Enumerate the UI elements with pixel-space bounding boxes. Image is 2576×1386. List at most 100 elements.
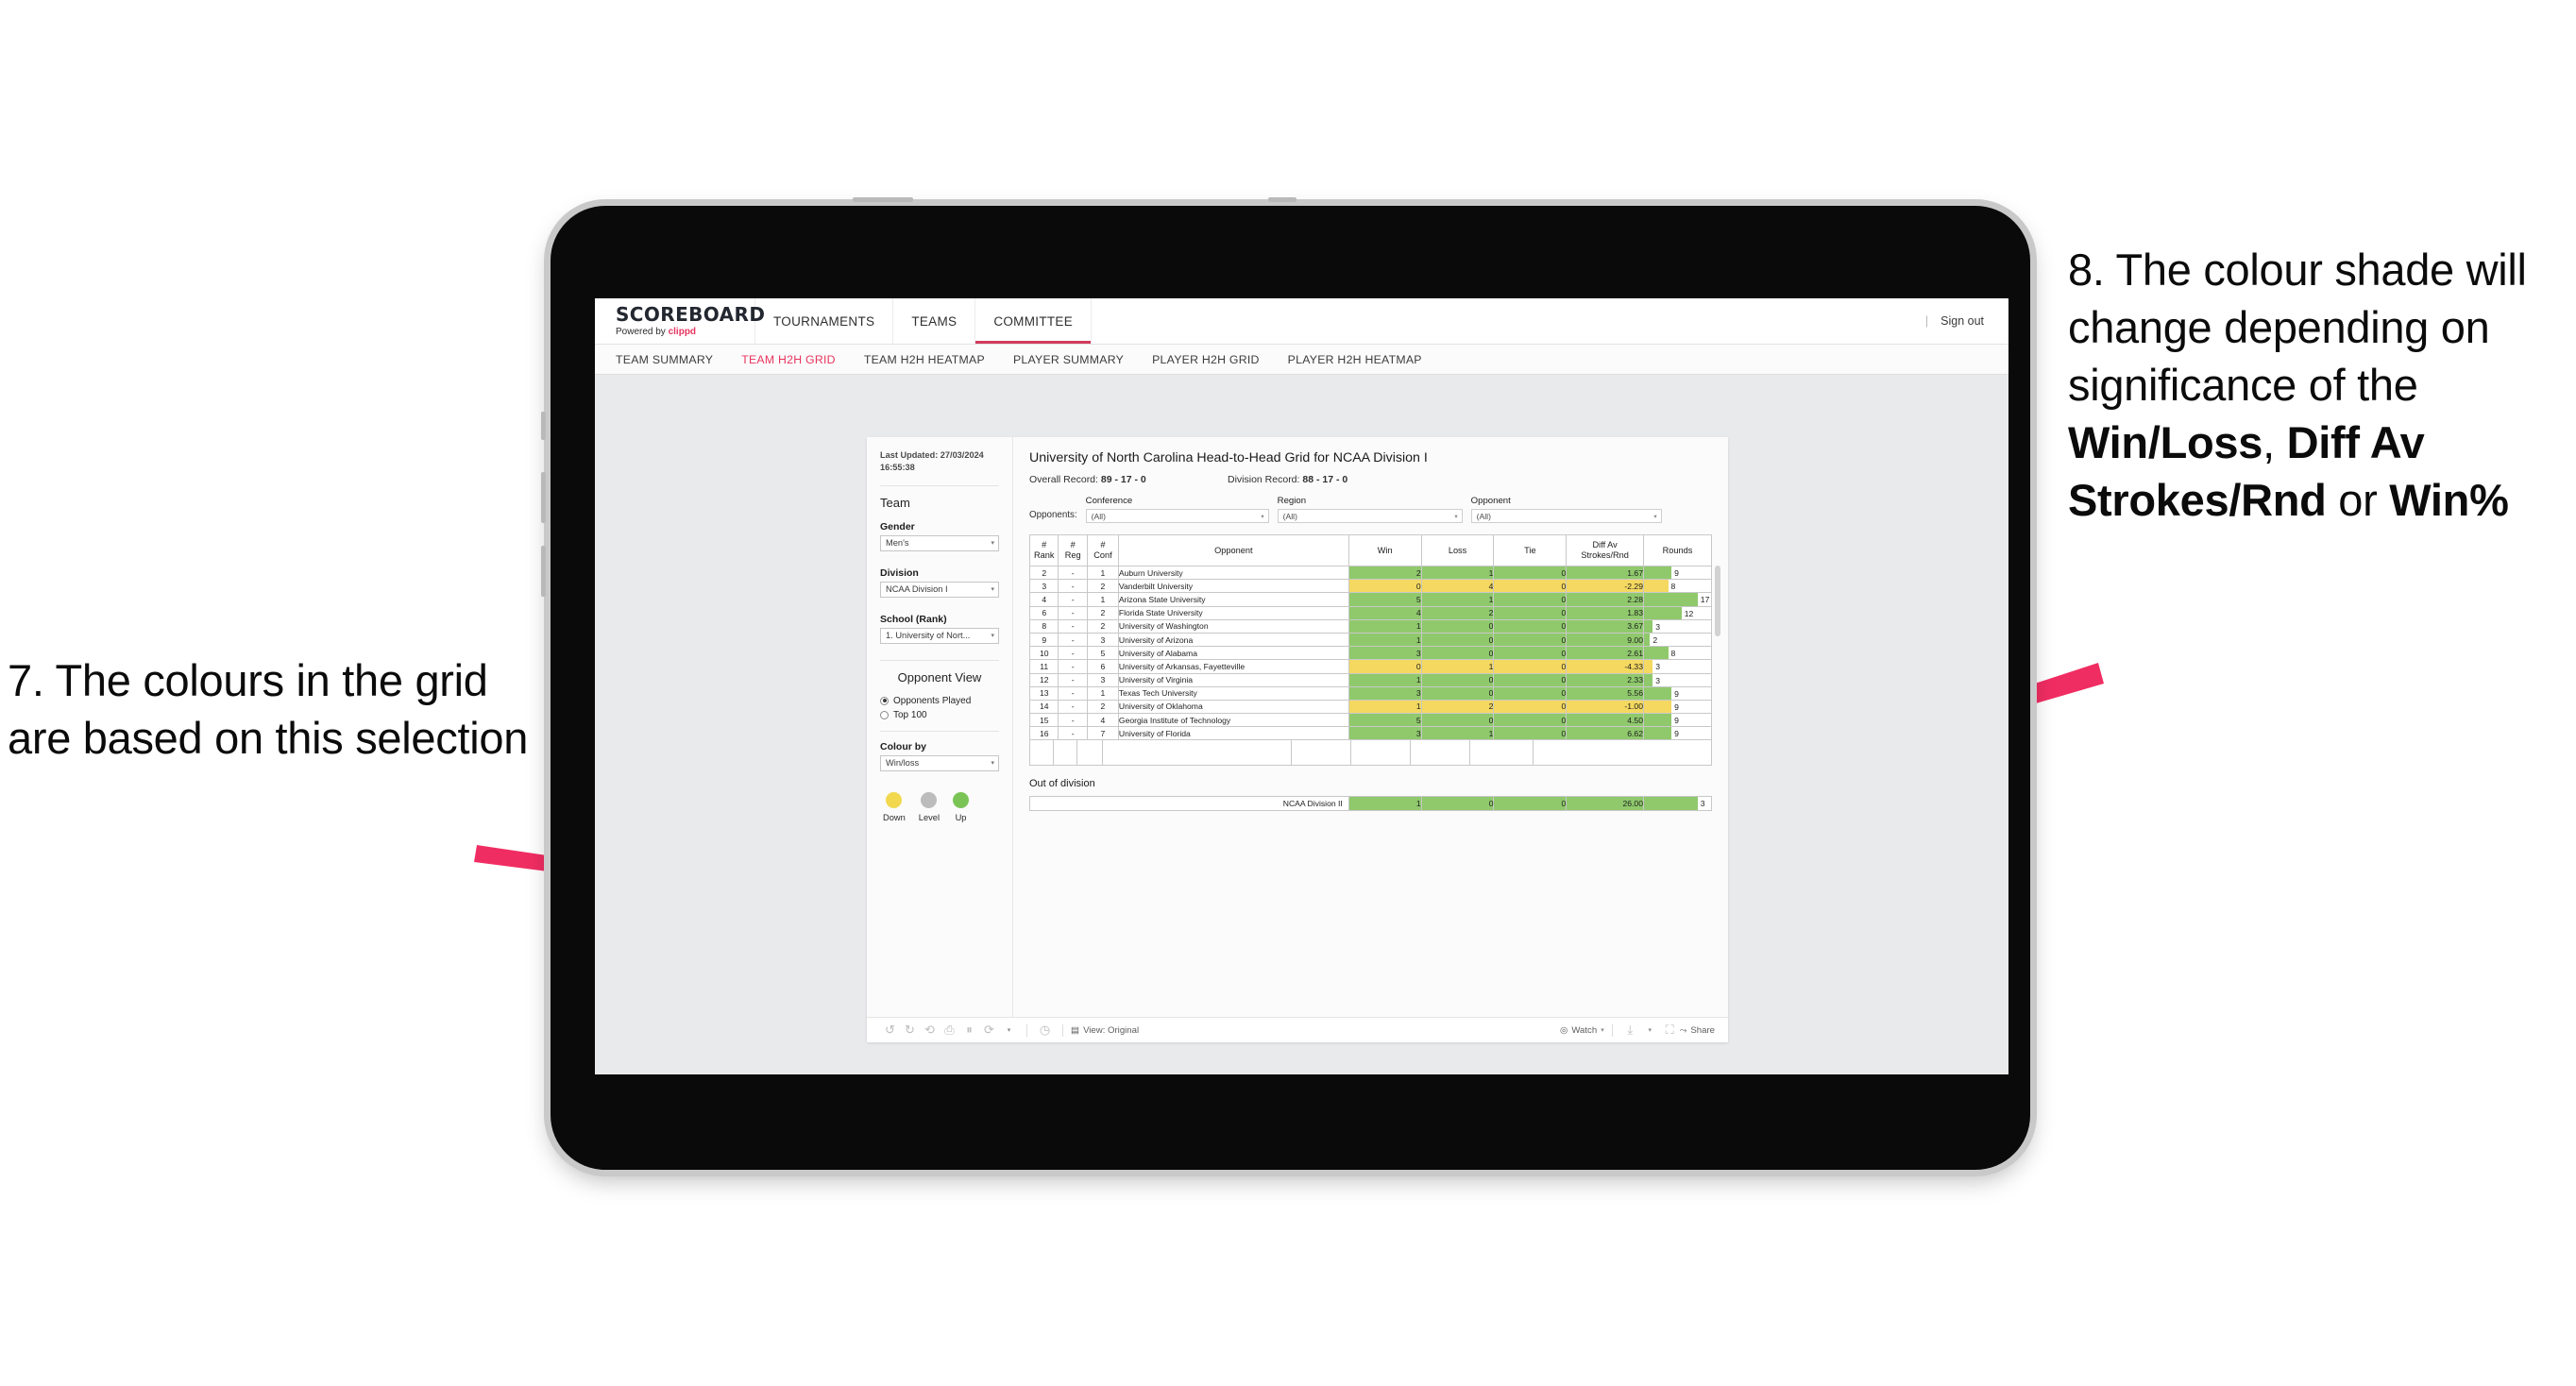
cell-rank: 9: [1028, 632, 1059, 648]
brand-title: SCOREBOARD: [616, 303, 766, 326]
filter-panel: Last Updated: 27/03/2024 16:55:38 Team G…: [867, 437, 1013, 1017]
chevron-down-icon: ▾: [991, 760, 994, 768]
watch-button[interactable]: ◎ Watch ▾: [1560, 1025, 1604, 1036]
gender-select[interactable]: Men's ▾: [880, 534, 999, 551]
cell-rank: 3: [1028, 579, 1059, 594]
school-rank-select[interactable]: 1. University of Nort... ▾: [880, 627, 999, 644]
gender-label: Gender: [880, 520, 915, 532]
subnav-team-h2h-grid[interactable]: TEAM H2H GRID: [741, 353, 836, 366]
download-icon[interactable]: ⤓: [1620, 1021, 1640, 1040]
cell-reg: -: [1058, 699, 1088, 715]
tail-cell: [1103, 740, 1292, 766]
cell-win: 5: [1347, 713, 1422, 728]
table-row[interactable]: 12-3 University of Virginia 1 0 0 2.33 3: [1028, 672, 1713, 687]
grid-col-header[interactable]: Tie: [1493, 534, 1568, 566]
table-row[interactable]: 14-2 University of Oklahoma 1 2 0 -1.00 9: [1028, 699, 1713, 715]
divider: [1611, 1023, 1613, 1037]
table-row[interactable]: 2-1 Auburn University 2 1 0 1.67 9: [1028, 565, 1713, 581]
conference-select[interactable]: (All) ▾: [1085, 509, 1269, 523]
loop-icon[interactable]: ⟳: [979, 1021, 999, 1040]
cell-opponent: University of Florida: [1117, 726, 1349, 741]
cell-rounds: 9: [1642, 713, 1713, 728]
share-label: Share: [1690, 1024, 1715, 1036]
top-nav-committee[interactable]: COMMITTEE: [975, 298, 1093, 344]
subnav-player-h2h-grid[interactable]: PLAYER H2H GRID: [1152, 353, 1260, 366]
table-row[interactable]: 15-4 Georgia Institute of Technology 5 0 0 4.…: [1028, 713, 1713, 728]
brand-subtitle: Powered by clippd: [616, 327, 754, 337]
overall-record-label: Overall Record:: [1029, 474, 1098, 485]
legend-dot-level: [921, 791, 938, 808]
grid-scrollbar[interactable]: [1715, 566, 1720, 636]
grid-col-header[interactable]: Win: [1347, 534, 1422, 566]
cell-tie: 0: [1493, 646, 1568, 661]
cell-rank: 12: [1028, 672, 1059, 687]
division-select[interactable]: NCAA Division I ▾: [880, 581, 999, 598]
radio-top-100[interactable]: Top 100: [880, 710, 999, 720]
legend-label-up: Up: [955, 812, 967, 822]
colour-by-select[interactable]: Win/loss ▾: [880, 754, 999, 771]
cell-reg: -: [1058, 579, 1088, 594]
grid-col-header[interactable]: Diff Av Strokes/Rnd: [1566, 534, 1644, 566]
top-nav-tournaments[interactable]: TOURNAMENTS: [755, 298, 894, 344]
chevron-down-icon: ▾: [1261, 513, 1264, 520]
grid-col-header[interactable]: Opponent: [1117, 534, 1349, 566]
grid-col-header[interactable]: # Conf: [1086, 534, 1119, 566]
opponent-select[interactable]: (All) ▾: [1470, 509, 1662, 523]
cell-win: 3: [1347, 726, 1422, 741]
redo-icon[interactable]: ↻: [900, 1021, 920, 1040]
cell-rounds: 17: [1642, 592, 1713, 607]
cell-rounds: 9: [1642, 565, 1713, 581]
subnav-player-h2h-heatmap[interactable]: PLAYER H2H HEATMAP: [1288, 353, 1422, 366]
top-nav-teams[interactable]: TEAMS: [893, 298, 976, 344]
fullscreen-icon[interactable]: ⛶: [1660, 1021, 1680, 1040]
revert-icon[interactable]: ⟲: [920, 1021, 940, 1040]
cell-conf: 1: [1086, 565, 1119, 581]
table-row[interactable]: 9-3 University of Arizona 1 0 0 9.00 2: [1028, 632, 1713, 648]
table-row[interactable]: 6-2 Florida State University 4 2 0 1.83 12: [1028, 605, 1713, 620]
table-row[interactable]: 16-7 University of Florida 3 1 0 6.62 9: [1028, 726, 1713, 741]
cell-tie: 0: [1493, 659, 1568, 674]
clock-icon[interactable]: ◷: [1035, 1021, 1055, 1040]
cell-reg: -: [1058, 726, 1088, 741]
cell-reg: -: [1058, 646, 1088, 661]
cell-reg: -: [1058, 618, 1088, 634]
watch-label: Watch: [1571, 1024, 1598, 1036]
radio-opponents-played[interactable]: Opponents Played: [880, 696, 999, 706]
brand-logo[interactable]: SCOREBOARD Powered by clippd: [595, 298, 766, 344]
school-rank-value: 1. University of Nort...: [886, 631, 971, 641]
out-of-division-body: NCAA Division II 1 0 0 26.00 3: [1029, 796, 1712, 812]
out-of-division-table: NCAA Division II 1 0 0 26.00 3: [1029, 796, 1712, 812]
cell-diff: 3.67: [1566, 618, 1644, 634]
region-select[interactable]: (All) ▾: [1277, 509, 1463, 523]
share-button[interactable]: ⤳ Share: [1680, 1025, 1715, 1036]
subnav-team-summary[interactable]: TEAM SUMMARY: [616, 353, 713, 366]
refresh-data-icon[interactable]: ⎙: [940, 1021, 959, 1040]
cell-opponent: Texas Tech University: [1117, 685, 1349, 701]
table-row[interactable]: 10-5 University of Alabama 3 0 0 2.61 8: [1028, 646, 1713, 661]
out-of-division-row[interactable]: NCAA Division II 1 0 0 26.00 3: [1029, 796, 1712, 812]
subnav-team-h2h-heatmap[interactable]: TEAM H2H HEATMAP: [864, 353, 985, 366]
table-row[interactable]: 3-2 Vanderbilt University 0 4 0 -2.29 8: [1028, 579, 1713, 594]
grid-col-header[interactable]: # Rank: [1028, 534, 1059, 566]
chevron-down-icon[interactable]: ▾: [1640, 1021, 1660, 1040]
cell-diff: 2.61: [1566, 646, 1644, 661]
pause-updates-icon[interactable]: ⏸: [959, 1021, 979, 1040]
table-row[interactable]: 11-6 University of Arkansas, Fayetteville…: [1028, 659, 1713, 674]
table-row[interactable]: 8-2 University of Washington 1 0 0 3.67 3: [1028, 618, 1713, 634]
cell-diff: 26.00: [1566, 796, 1644, 812]
legend-label-down: Down: [883, 812, 906, 822]
subnav-player-summary[interactable]: PLAYER SUMMARY: [1013, 353, 1124, 366]
chevron-down-icon[interactable]: ▾: [999, 1021, 1019, 1040]
table-row[interactable]: 13-1 Texas Tech University 3 0 0 5.56 9: [1028, 685, 1713, 701]
grid-col-header[interactable]: Rounds: [1642, 534, 1713, 566]
view-original-button[interactable]: ▤ View: Original: [1071, 1025, 1139, 1036]
legend-label-level: Level: [918, 812, 941, 822]
cell-win: 5: [1347, 592, 1422, 607]
grid-col-header[interactable]: Loss: [1420, 534, 1495, 566]
sign-out-link[interactable]: Sign out: [1940, 314, 1984, 328]
cell-win: 4: [1347, 605, 1422, 620]
undo-icon[interactable]: ↺: [880, 1021, 900, 1040]
share-icon: ⤳: [1679, 1024, 1687, 1036]
grid-col-header[interactable]: # Reg: [1058, 534, 1088, 566]
table-row[interactable]: 4-1 Arizona State University 5 1 0 2.28 17: [1028, 592, 1713, 607]
